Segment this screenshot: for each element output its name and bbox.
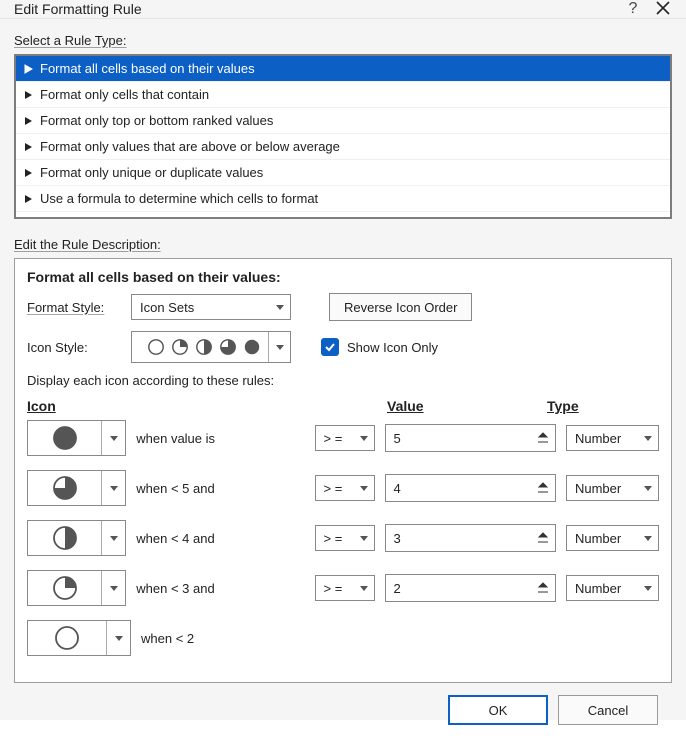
titlebar: Edit Formatting Rule ? — [0, 0, 686, 19]
edit-rule-description-label: Edit the Rule Description: — [14, 237, 672, 252]
ok-button[interactable]: OK — [448, 695, 548, 725]
rule-type-list[interactable]: Format all cells based on their valuesFo… — [14, 54, 672, 219]
rule-type-item[interactable]: Format only top or bottom ranked values — [16, 108, 670, 134]
operator-select[interactable]: > = — [315, 525, 375, 551]
reverse-icon-order-button[interactable]: Reverse Icon Order — [329, 293, 472, 321]
rule-description-heading: Format all cells based on their values: — [27, 269, 659, 285]
rule-type-item[interactable]: Format all cells based on their values — [16, 56, 670, 82]
dialog-window: Edit Formatting Rule ? Select a Rule Typ… — [0, 0, 686, 720]
when-label: when < 3 and — [136, 581, 260, 596]
rule-column-headers: Icon Value Type — [27, 398, 659, 414]
rule-type-item[interactable]: Use a formula to determine which cells t… — [16, 186, 670, 212]
operator-select[interactable]: > = — [315, 575, 375, 601]
arrow-right-icon — [24, 142, 34, 152]
operator-select[interactable]: > = — [315, 475, 375, 501]
format-style-select[interactable]: Icon Sets — [131, 294, 291, 320]
range-picker-icon[interactable] — [535, 580, 551, 596]
rule-description-panel: Format all cells based on their values: … — [14, 258, 672, 683]
arrow-right-icon — [24, 90, 34, 100]
display-rules-label: Display each icon according to these rul… — [27, 373, 659, 388]
chevron-down-icon[interactable] — [106, 621, 130, 655]
when-label: when value is — [136, 431, 260, 446]
help-icon[interactable]: ? — [618, 0, 648, 18]
arrow-right-icon — [24, 64, 34, 74]
arrow-right-icon — [24, 194, 34, 204]
type-select[interactable]: Number — [566, 475, 659, 501]
rule-type-item[interactable]: Format only unique or duplicate values — [16, 160, 670, 186]
arrow-right-icon — [24, 116, 34, 126]
when-label: when < 5 and — [136, 481, 260, 496]
icon-style-label: Icon Style: — [27, 340, 117, 355]
value-input[interactable]: 4 — [385, 474, 556, 502]
format-style-label: Format Style: — [27, 300, 117, 315]
close-icon[interactable] — [648, 1, 678, 18]
when-label: when < 4 and — [136, 531, 260, 546]
type-select[interactable]: Number — [566, 575, 659, 601]
range-picker-icon[interactable] — [535, 480, 551, 496]
show-icon-only-label: Show Icon Only — [347, 340, 438, 355]
icon-select[interactable] — [27, 520, 126, 556]
type-select[interactable]: Number — [566, 425, 659, 451]
when-label: when < 2 — [141, 631, 271, 646]
range-picker-icon[interactable] — [535, 530, 551, 546]
value-input[interactable]: 5 — [385, 424, 556, 452]
type-select[interactable]: Number — [566, 525, 659, 551]
icon-rule-row: when < 3 and > = 2 Number — [27, 570, 659, 606]
dialog-footer: OK Cancel — [14, 683, 672, 739]
select-rule-type-label: Select a Rule Type: — [14, 33, 672, 48]
icon-rules-container: when value is> =5Numberwhen < 5 and> =4N… — [27, 420, 659, 656]
value-input[interactable]: 3 — [385, 524, 556, 552]
chevron-down-icon[interactable] — [101, 421, 125, 455]
range-picker-icon[interactable] — [535, 430, 551, 446]
value-input[interactable]: 2 — [385, 574, 556, 602]
show-icon-only-checkbox[interactable] — [321, 338, 339, 356]
icon-rule-row: when < 2 — [27, 620, 659, 656]
chevron-down-icon[interactable] — [101, 521, 125, 555]
icon-rule-row: when < 4 and > = 3 Number — [27, 520, 659, 556]
arrow-right-icon — [24, 168, 34, 178]
chevron-down-icon[interactable] — [101, 471, 125, 505]
cancel-button[interactable]: Cancel — [558, 695, 658, 725]
icon-select[interactable] — [27, 620, 131, 656]
rule-type-item[interactable]: Format only values that are above or bel… — [16, 134, 670, 160]
icon-style-select[interactable] — [131, 331, 291, 363]
window-title: Edit Formatting Rule — [14, 1, 618, 17]
icon-select[interactable] — [27, 470, 126, 506]
icon-select[interactable] — [27, 570, 126, 606]
chevron-down-icon[interactable] — [268, 332, 290, 362]
chevron-down-icon[interactable] — [101, 571, 125, 605]
operator-select[interactable]: > = — [315, 425, 375, 451]
icon-rule-row: when < 5 and > = 4 Number — [27, 470, 659, 506]
icon-select[interactable] — [27, 420, 126, 456]
rule-type-item[interactable]: Format only cells that contain — [16, 82, 670, 108]
icon-rule-row: when value is > = 5 Number — [27, 420, 659, 456]
